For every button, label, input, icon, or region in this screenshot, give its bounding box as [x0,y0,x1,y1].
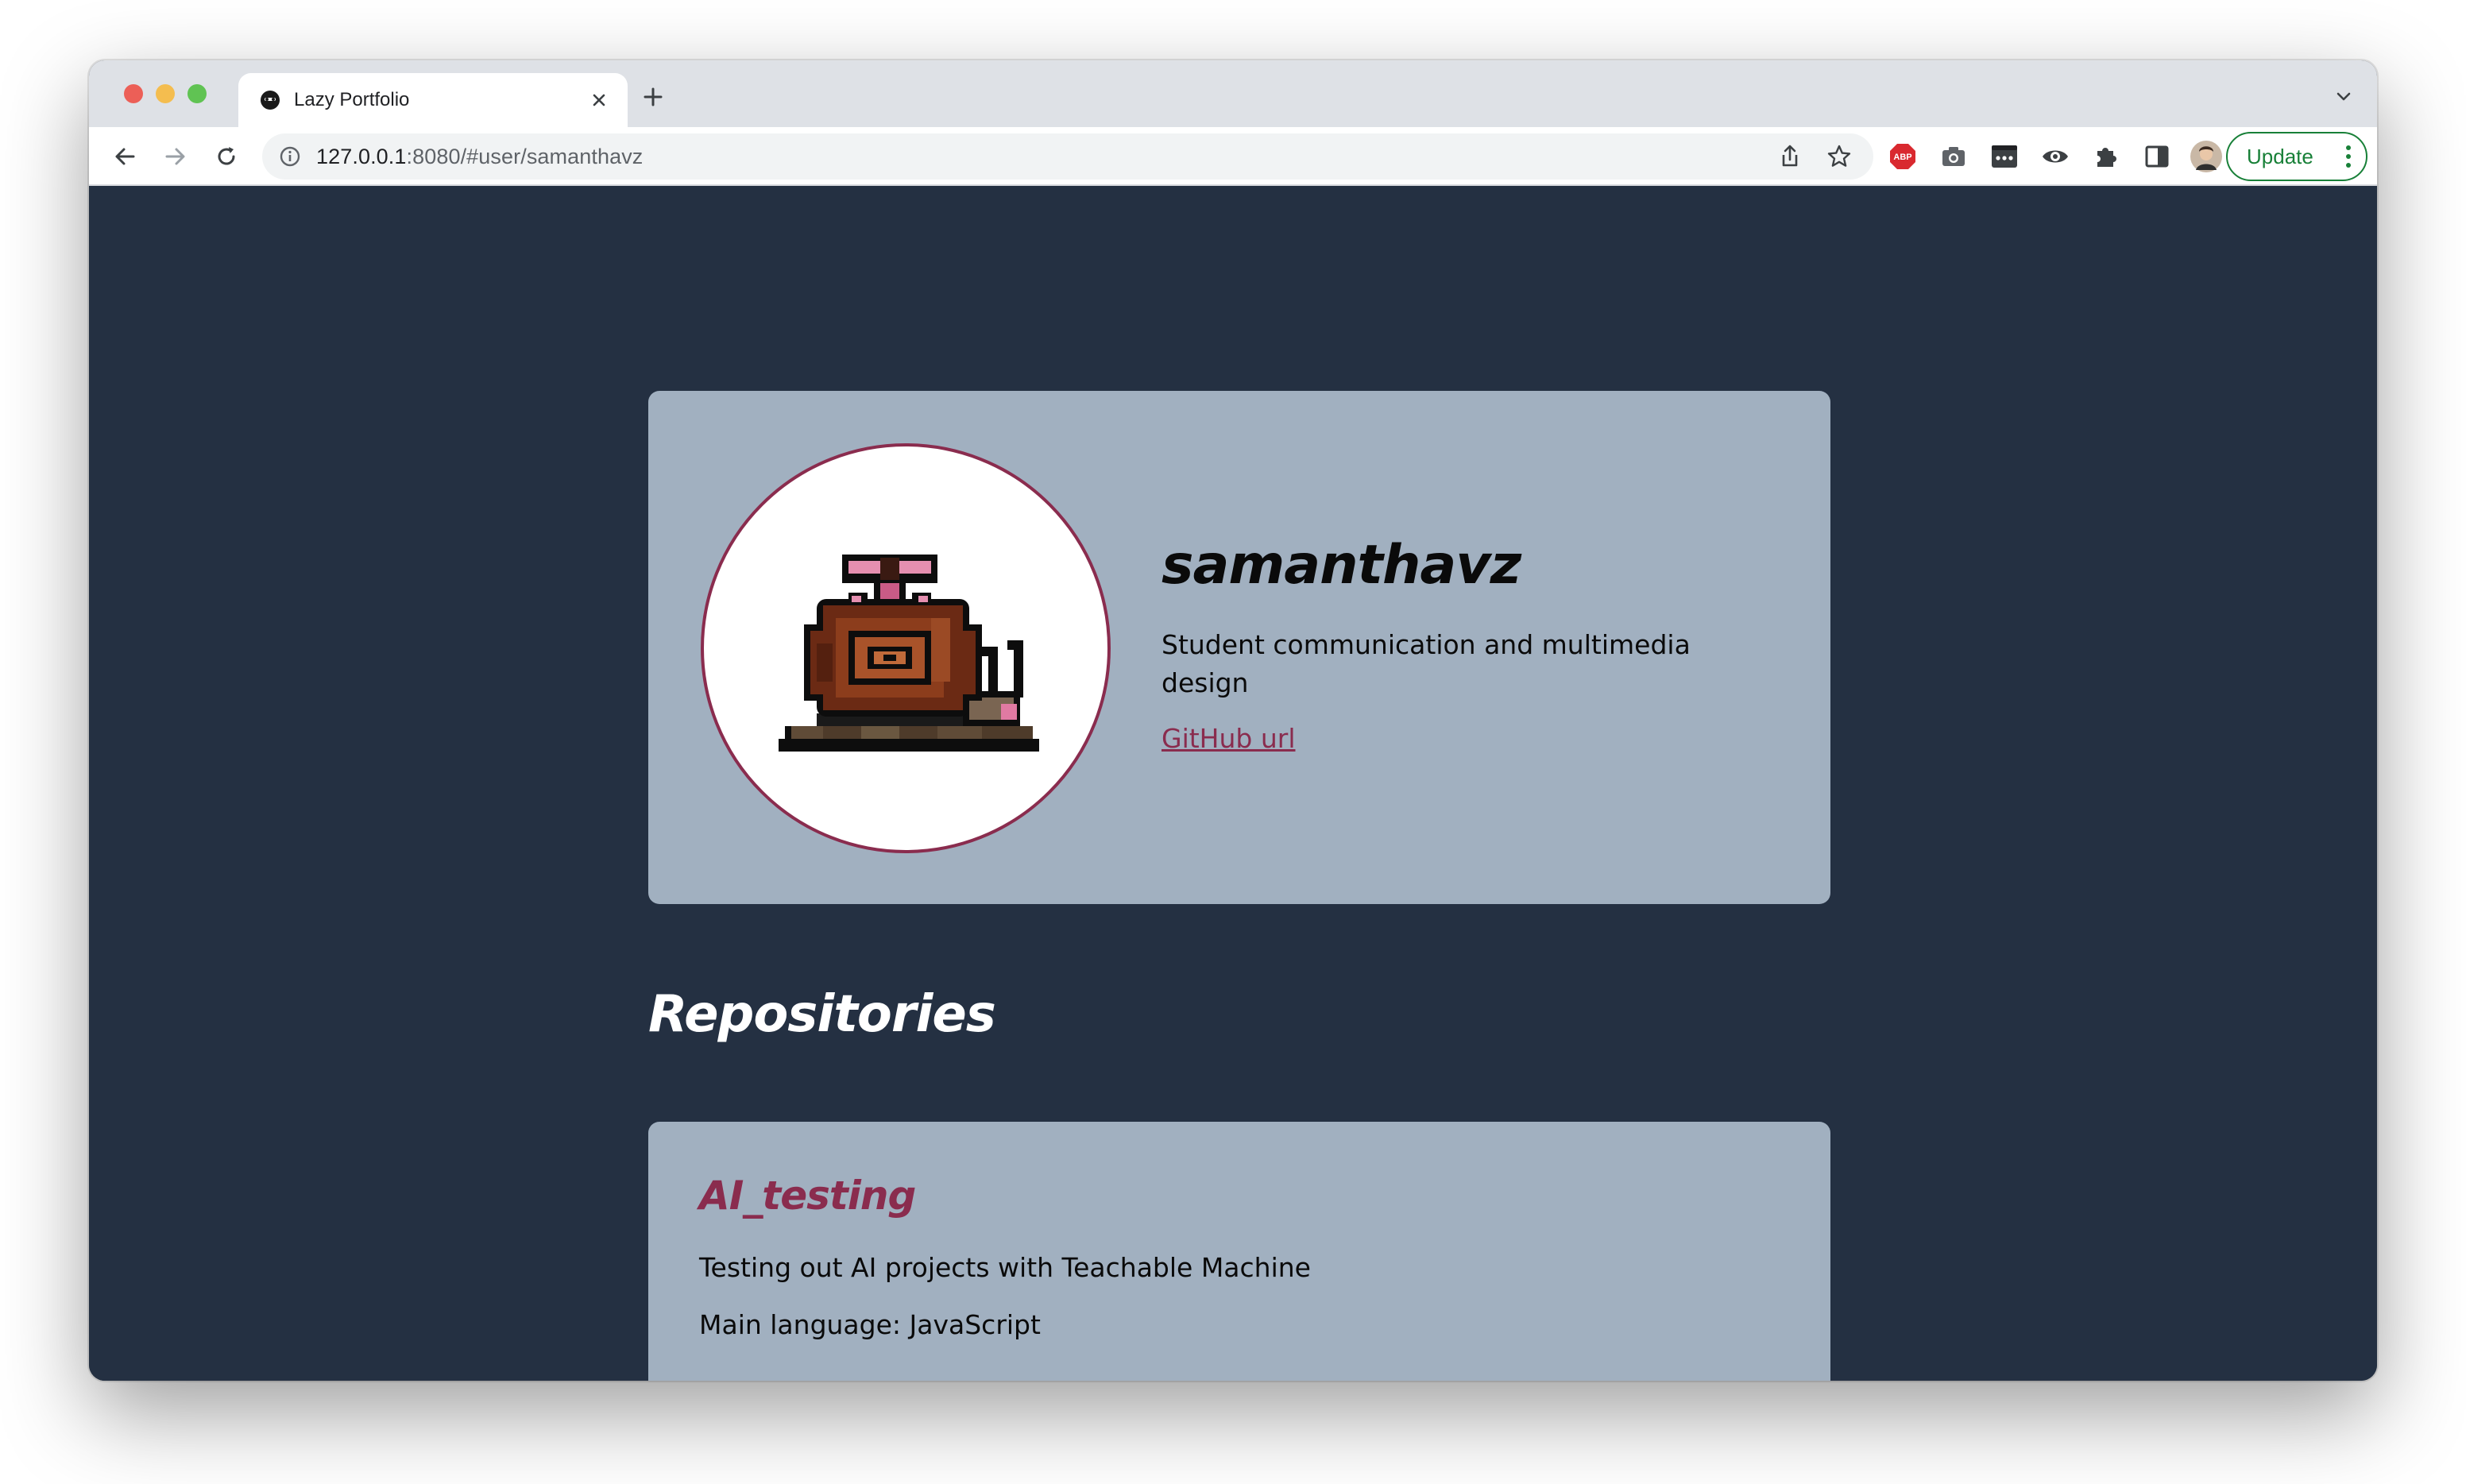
favicon-icon [261,91,280,110]
repo-name-link[interactable]: AI_testing [699,1173,916,1219]
browser-toolbar: 127.0.0.1:8080/#user/samanthavz ABP Upda… [89,127,2377,186]
forward-icon[interactable] [160,141,191,172]
puzzle-icon[interactable] [2091,141,2121,172]
info-icon[interactable] [278,145,302,168]
chevron-down-icon[interactable] [2331,84,2356,110]
repo-language: Main language: JavaScript [699,1309,1041,1340]
update-button[interactable]: Update [2226,132,2367,181]
page-content: samanthavz Student communication and mul… [89,186,2377,1381]
back-icon[interactable] [110,141,140,172]
tab-lazy-portfolio[interactable]: Lazy Portfolio [238,73,628,127]
url-path: :8080/#user/samanthavz [406,145,644,168]
reload-icon[interactable] [211,141,242,172]
profile-card: samanthavz Student communication and mul… [648,391,1830,904]
url-host: 127.0.0.1 [316,145,407,168]
svg-text:ABP: ABP [1893,153,1911,162]
browser-window: Lazy Portfolio 127.0.0.1:8080/#user/sama… [89,60,2377,1381]
tab-strip: Lazy Portfolio [89,60,2377,127]
profile-username: samanthavz [1161,534,1521,597]
share-icon[interactable] [1776,143,1803,170]
repo-description: Testing out AI projects with Teachable M… [699,1252,1311,1283]
new-tab-icon[interactable] [637,81,669,113]
github-link[interactable]: GitHub url [1161,723,1296,754]
sidepanel-icon[interactable] [2142,141,2172,172]
minimize-window-button[interactable] [156,84,175,103]
profile-avatar[interactable] [2190,140,2223,173]
more-vert-icon[interactable] [2345,145,2352,168]
adblock-icon[interactable]: ABP [1888,141,1918,172]
update-button-label: Update [2247,145,2313,168]
password-icon[interactable] [1989,141,2020,172]
address-bar[interactable]: 127.0.0.1:8080/#user/samanthavz [262,133,1873,180]
snail-icon [779,555,1039,752]
camera-icon[interactable] [1938,141,1969,172]
close-window-button[interactable] [124,84,143,103]
close-tab-icon[interactable] [586,87,612,113]
tab-title: Lazy Portfolio [294,89,410,110]
repo-card: AI_testing Testing out AI projects with … [648,1122,1830,1381]
avatar [701,443,1111,853]
profile-bio: Student communication and multimedia des… [1161,629,1691,698]
maximize-window-button[interactable] [187,84,207,103]
url-text: 127.0.0.1:8080/#user/samanthavz [316,145,643,168]
eye-icon[interactable] [2040,141,2070,172]
repositories-heading: Repositories [648,985,996,1044]
star-icon[interactable] [1826,143,1853,170]
